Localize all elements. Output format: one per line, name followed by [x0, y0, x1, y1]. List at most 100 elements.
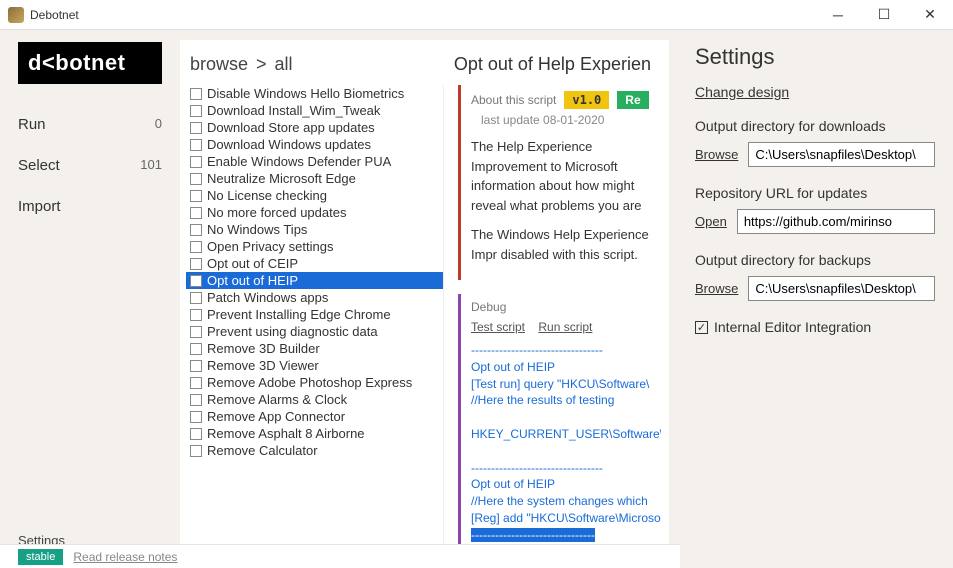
- about-box: About this script v1.0 Re last update 08…: [458, 85, 661, 280]
- sidebar-item-select[interactable]: Select 101: [18, 145, 162, 186]
- list-item[interactable]: Prevent Installing Edge Chrome: [186, 306, 443, 323]
- list-item[interactable]: Remove 3D Builder: [186, 340, 443, 357]
- maximize-button[interactable]: ☐: [861, 0, 907, 29]
- content: browse > all Opt out of Help Experien Di…: [180, 40, 669, 558]
- sidebar-item-import[interactable]: Import: [18, 186, 162, 227]
- checkbox-icon[interactable]: [190, 292, 202, 304]
- checkbox-icon[interactable]: [190, 309, 202, 321]
- checkbox-icon[interactable]: [190, 275, 202, 287]
- release-notes-link[interactable]: Read release notes: [73, 550, 177, 564]
- checkbox-icon[interactable]: [190, 224, 202, 236]
- settings-action-link[interactable]: Browse: [695, 147, 738, 162]
- sidebar-item-label: Select: [18, 157, 60, 174]
- checkbox-icon[interactable]: [190, 105, 202, 117]
- list-item-label: Opt out of HEIP: [207, 273, 298, 288]
- settings-panel: Settings Change design Output directory …: [677, 30, 953, 568]
- checkbox-icon[interactable]: [190, 258, 202, 270]
- checkbox-icon[interactable]: [190, 88, 202, 100]
- list-item[interactable]: Remove 3D Viewer: [186, 357, 443, 374]
- list-item[interactable]: Open Privacy settings: [186, 238, 443, 255]
- list-item[interactable]: Patch Windows apps: [186, 289, 443, 306]
- sidebar-item-label: Run: [18, 116, 46, 133]
- list-item-label: Disable Windows Hello Biometrics: [207, 86, 404, 101]
- list-item[interactable]: Prevent using diagnostic data: [186, 323, 443, 340]
- checkbox-icon: ✓: [695, 321, 708, 334]
- settings-group: Output directory for backups Browse C:\U…: [695, 252, 935, 301]
- checkbox-icon[interactable]: [190, 156, 202, 168]
- details-panel: About this script v1.0 Re last update 08…: [444, 85, 669, 558]
- settings-action-link[interactable]: Open: [695, 214, 727, 229]
- checkbox-icon[interactable]: [190, 445, 202, 457]
- test-script-link[interactable]: Test script: [471, 320, 525, 334]
- checkbox-icon[interactable]: [190, 122, 202, 134]
- checkbox-icon[interactable]: [190, 343, 202, 355]
- minimize-button[interactable]: ─: [815, 0, 861, 29]
- list-item[interactable]: Opt out of HEIP: [186, 272, 443, 289]
- settings-group: Repository URL for updates Open https://…: [695, 185, 935, 234]
- debug-title: Debug: [471, 300, 661, 314]
- app-icon: [8, 7, 24, 23]
- settings-action-link[interactable]: Browse: [695, 281, 738, 296]
- list-item-label: No more forced updates: [207, 205, 346, 220]
- breadcrumb-browse[interactable]: browse: [190, 54, 248, 75]
- list-item[interactable]: Disable Windows Hello Biometrics: [186, 85, 443, 102]
- checkbox-icon[interactable]: [190, 139, 202, 151]
- main: d<botnet Run0Select101Import Settings br…: [0, 30, 953, 568]
- list-item[interactable]: No License checking: [186, 187, 443, 204]
- about-date: last update 08-01-2020: [481, 113, 661, 127]
- checkbox-icon[interactable]: [190, 411, 202, 423]
- list-item[interactable]: Download Windows updates: [186, 136, 443, 153]
- list-item[interactable]: Neutralize Microsoft Edge: [186, 170, 443, 187]
- window-controls: ─ ☐ ✕: [815, 0, 953, 29]
- sidebar-item-label: Import: [18, 198, 61, 215]
- list-item[interactable]: Remove Adobe Photoshop Express: [186, 374, 443, 391]
- list-item-label: Remove 3D Viewer: [207, 358, 319, 373]
- list-item[interactable]: Remove Asphalt 8 Airborne: [186, 425, 443, 442]
- checkbox-icon[interactable]: [190, 207, 202, 219]
- checkbox-icon[interactable]: [190, 326, 202, 338]
- breadcrumb-all[interactable]: all: [275, 54, 293, 75]
- checkbox-icon[interactable]: [190, 241, 202, 253]
- titlebar: Debotnet ─ ☐ ✕: [0, 0, 953, 30]
- internal-editor-checkbox[interactable]: ✓ Internal Editor Integration: [695, 319, 935, 335]
- checkbox-icon[interactable]: [190, 394, 202, 406]
- list-item[interactable]: Enable Windows Defender PUA: [186, 153, 443, 170]
- chevron-right-icon: >: [256, 54, 267, 75]
- settings-group: Output directory for downloads Browse C:…: [695, 118, 935, 167]
- checkbox-icon[interactable]: [190, 190, 202, 202]
- list-item-label: Remove Adobe Photoshop Express: [207, 375, 412, 390]
- close-button[interactable]: ✕: [907, 0, 953, 29]
- settings-path-input[interactable]: C:\Users\snapfiles\Desktop\: [748, 142, 935, 167]
- sidebar-item-run[interactable]: Run0: [18, 104, 162, 145]
- list-item-label: Prevent using diagnostic data: [207, 324, 378, 339]
- list-item[interactable]: Remove Alarms & Clock: [186, 391, 443, 408]
- list-item[interactable]: Opt out of CEIP: [186, 255, 443, 272]
- settings-group-label: Repository URL for updates: [695, 185, 935, 201]
- list-item[interactable]: Remove Calculator: [186, 442, 443, 459]
- list-item[interactable]: No more forced updates: [186, 204, 443, 221]
- release-badge[interactable]: Re: [617, 91, 648, 109]
- checkbox-icon[interactable]: [190, 428, 202, 440]
- list-item-label: Remove App Connector: [207, 409, 345, 424]
- sidebar: d<botnet Run0Select101Import Settings: [0, 30, 180, 568]
- list-item-label: Neutralize Microsoft Edge: [207, 171, 356, 186]
- list-item-label: Enable Windows Defender PUA: [207, 154, 391, 169]
- list-item[interactable]: Download Store app updates: [186, 119, 443, 136]
- checkbox-icon[interactable]: [190, 377, 202, 389]
- list-item[interactable]: No Windows Tips: [186, 221, 443, 238]
- list-item[interactable]: Remove App Connector: [186, 408, 443, 425]
- list-item[interactable]: Download Install_Wim_Tweak: [186, 102, 443, 119]
- list-item-label: Remove Asphalt 8 Airborne: [207, 426, 365, 441]
- change-design-link[interactable]: Change design: [695, 84, 789, 100]
- page-title: Opt out of Help Experien: [454, 54, 651, 75]
- checkbox-icon[interactable]: [190, 173, 202, 185]
- debug-output[interactable]: --------------------------------- Opt ou…: [471, 342, 661, 544]
- run-script-link[interactable]: Run script: [538, 320, 592, 334]
- settings-group-label: Output directory for backups: [695, 252, 935, 268]
- sidebar-item-count: 101: [140, 157, 162, 174]
- settings-path-input[interactable]: https://github.com/mirinso: [737, 209, 935, 234]
- about-description: The Help Experience Improvement to Micro…: [471, 137, 661, 264]
- script-list[interactable]: Disable Windows Hello BiometricsDownload…: [186, 85, 444, 558]
- checkbox-icon[interactable]: [190, 360, 202, 372]
- settings-path-input[interactable]: C:\Users\snapfiles\Desktop\: [748, 276, 935, 301]
